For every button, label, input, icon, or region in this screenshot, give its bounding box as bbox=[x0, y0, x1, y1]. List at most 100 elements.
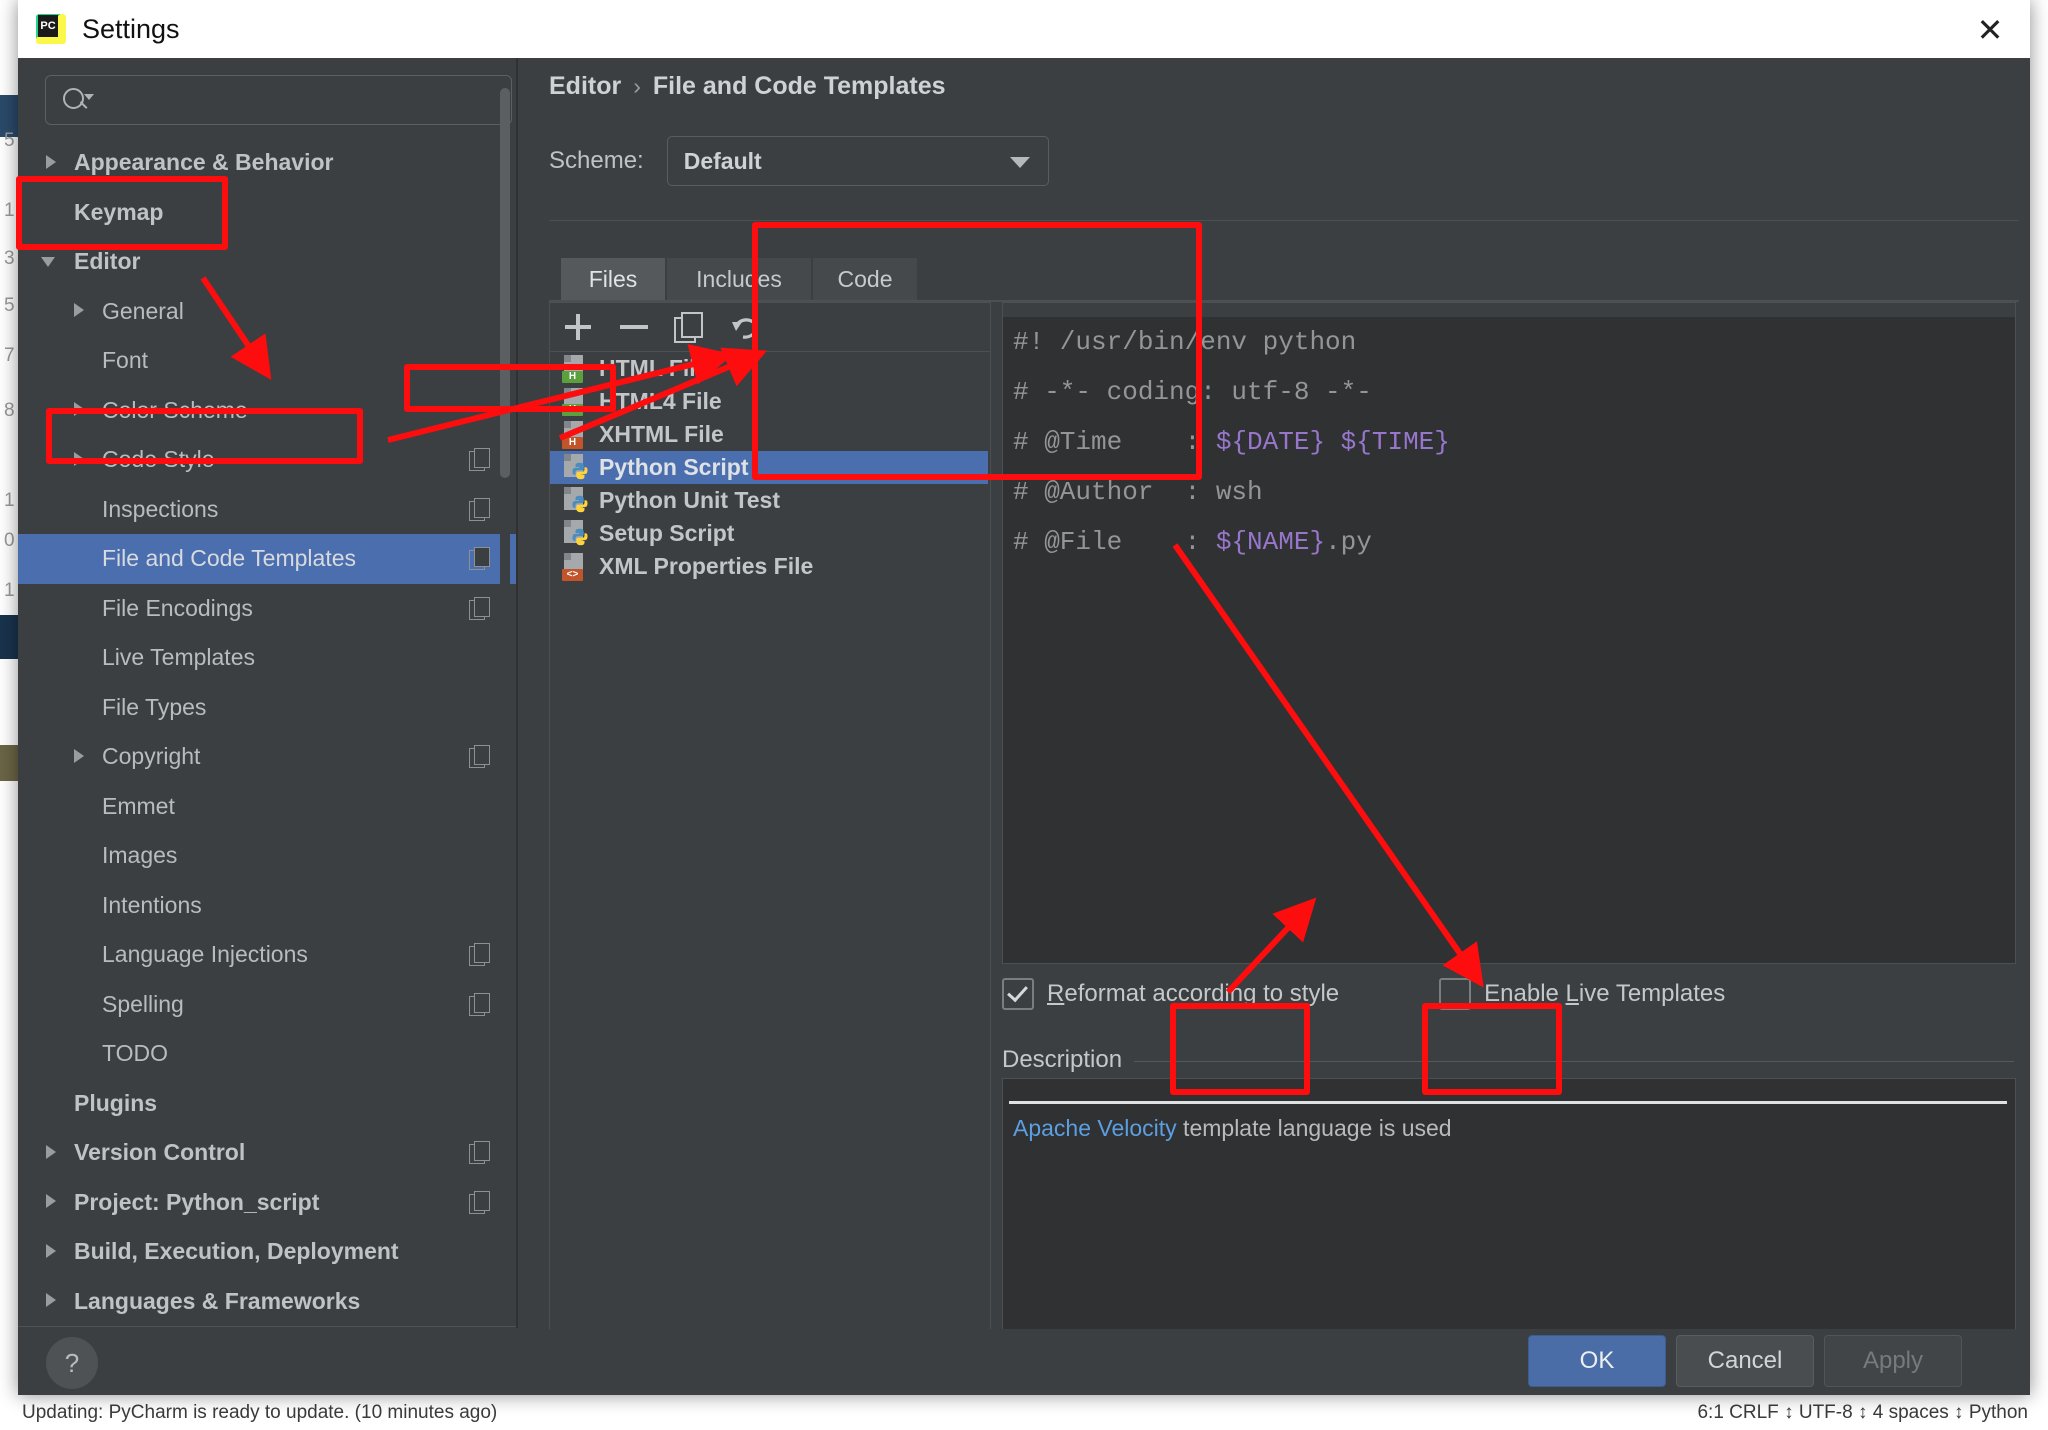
sidebar-scrollbar-thumb[interactable] bbox=[500, 88, 510, 478]
sidebar-item-inspections[interactable]: Inspections bbox=[18, 485, 516, 535]
sidebar-item-code-style[interactable]: Code Style bbox=[18, 435, 516, 485]
copy-settings-icon[interactable] bbox=[469, 943, 491, 967]
xhtml-file-icon: H bbox=[562, 420, 588, 449]
template-list-item-label: HTML4 File bbox=[599, 388, 722, 414]
code-text-span: # @Author : wsh bbox=[1013, 477, 1263, 507]
python-file-icon bbox=[562, 519, 588, 548]
copy-template-button[interactable] bbox=[662, 303, 718, 351]
chevron-right-icon[interactable] bbox=[40, 152, 62, 174]
search-input[interactable] bbox=[94, 87, 468, 113]
description-top-line bbox=[1009, 1101, 2007, 1104]
copy-settings-icon[interactable] bbox=[469, 745, 491, 769]
template-options-row: Reformat according to style Enable Live T… bbox=[1002, 973, 2014, 1015]
template-list-item[interactable]: Python Script bbox=[550, 451, 988, 484]
sidebar-scrollbar[interactable] bbox=[500, 88, 510, 1238]
copy-settings-icon[interactable] bbox=[469, 547, 491, 571]
scheme-select[interactable]: Default bbox=[666, 136, 1049, 186]
chevron-right-icon[interactable] bbox=[68, 449, 90, 471]
copy-settings-icon[interactable] bbox=[469, 1141, 491, 1165]
sidebar-item-label: Languages & Frameworks bbox=[74, 1287, 361, 1314]
template-list-item[interactable]: H HTML File bbox=[550, 352, 988, 385]
sidebar-item-label: Inspections bbox=[102, 495, 219, 522]
sidebar-item-label: Plugins bbox=[74, 1089, 158, 1116]
chevron-right-icon[interactable] bbox=[68, 300, 90, 322]
chevron-right-icon[interactable] bbox=[40, 1290, 62, 1312]
checkbox-label-post: eformat according to style bbox=[1064, 980, 1340, 1007]
template-list-item-label: Python Script bbox=[599, 454, 749, 480]
apache-velocity-link[interactable]: Apache Velocity bbox=[1013, 1115, 1177, 1141]
tab-code[interactable]: Code bbox=[813, 258, 917, 300]
chevron-right-icon[interactable] bbox=[40, 1142, 62, 1164]
breadcrumb-current: File and Code Templates bbox=[652, 72, 946, 100]
description-rest: template language is used bbox=[1176, 1115, 1452, 1141]
sidebar-item-file-encodings[interactable]: File Encodings bbox=[18, 584, 516, 634]
copy-settings-icon[interactable] bbox=[469, 992, 491, 1017]
sidebar-item-emmet[interactable]: Emmet bbox=[18, 782, 516, 832]
sidebar-item-images[interactable]: Images bbox=[18, 831, 516, 881]
chevron-down-icon[interactable] bbox=[40, 251, 62, 273]
remove-template-button[interactable] bbox=[606, 303, 662, 351]
settings-tree[interactable]: Appearance & Behavior Keymap Editor General… bbox=[18, 138, 516, 1328]
reset-template-button[interactable] bbox=[718, 303, 774, 351]
sidebar-item-color-scheme[interactable]: Color Scheme bbox=[18, 386, 516, 436]
copy-settings-icon[interactable] bbox=[469, 596, 491, 621]
checkbox-icon[interactable] bbox=[1439, 978, 1472, 1010]
tab-includes[interactable]: Includes bbox=[667, 258, 811, 300]
template-code-editor[interactable]: #! /usr/bin/env python # -*- coding: utf-… bbox=[1002, 302, 2016, 964]
template-list-item[interactable]: <> XML Properties File bbox=[550, 550, 988, 583]
checkbox-icon[interactable] bbox=[1002, 978, 1034, 1010]
sidebar-item-languages-frameworks[interactable]: Languages & Frameworks bbox=[18, 1277, 516, 1327]
copy-settings-icon[interactable] bbox=[469, 497, 491, 522]
sidebar-item-keymap[interactable]: Keymap bbox=[18, 188, 516, 238]
copy-settings-icon[interactable] bbox=[469, 448, 491, 472]
sidebar-item-general[interactable]: General bbox=[18, 287, 516, 337]
sidebar-item-build-execution-deployment[interactable]: Build, Execution, Deployment bbox=[18, 1227, 516, 1277]
sidebar-item-file-and-code-templates[interactable]: File and Code Templates bbox=[18, 534, 516, 584]
close-icon[interactable]: ✕ bbox=[1968, 8, 2012, 52]
sidebar-item-file-types[interactable]: File Types bbox=[18, 683, 516, 733]
add-template-button[interactable] bbox=[550, 303, 606, 351]
template-file-list[interactable]: H HTML File H HTML4 File H XHTML File Python S… bbox=[550, 352, 988, 583]
sidebar-item-appearance-behavior[interactable]: Appearance & Behavior bbox=[18, 138, 516, 188]
chevron-right-icon[interactable] bbox=[68, 399, 90, 421]
sidebar-item-plugins[interactable]: Plugins bbox=[18, 1079, 516, 1129]
sidebar-item-editor[interactable]: Editor bbox=[18, 237, 516, 287]
reformat-according-to-style-checkbox[interactable]: Reformat according to style bbox=[1002, 978, 1339, 1010]
checkbox-label-mnemonic: R bbox=[1047, 980, 1065, 1007]
template-code-text[interactable]: #! /usr/bin/env python # -*- coding: utf-… bbox=[1013, 317, 2003, 567]
sidebar-item-live-templates[interactable]: Live Templates bbox=[18, 633, 516, 683]
template-list-item[interactable]: Setup Script bbox=[550, 517, 988, 550]
template-list-item[interactable]: H XHTML File bbox=[550, 418, 988, 451]
ide-line-number: 0 bbox=[4, 530, 15, 551]
chevron-right-icon[interactable] bbox=[40, 1241, 62, 1263]
editor-top-strip bbox=[1003, 303, 2015, 317]
apply-button[interactable]: Apply bbox=[1824, 1335, 1962, 1387]
template-variable: ${DATE} ${TIME} bbox=[1215, 427, 1450, 457]
breadcrumb: Editor › File and Code Templates bbox=[549, 72, 946, 101]
sidebar-item-copyright[interactable]: Copyright bbox=[18, 732, 516, 782]
breadcrumb-parent[interactable]: Editor bbox=[549, 72, 621, 101]
description-text: Apache Velocity template language is use… bbox=[1013, 1115, 1452, 1142]
settings-dialog: Settings ✕ Appearance & Behavior Keymap Ed… bbox=[18, 0, 2030, 1395]
chevron-right-icon[interactable] bbox=[68, 746, 90, 768]
panel-splitter[interactable] bbox=[516, 58, 518, 1328]
sidebar-item-todo[interactable]: TODO bbox=[18, 1029, 516, 1079]
chevron-right-icon[interactable] bbox=[40, 1191, 62, 1213]
sidebar-item-language-injections[interactable]: Language Injections bbox=[18, 930, 516, 980]
template-list-item[interactable]: Python Unit Test bbox=[550, 484, 988, 517]
enable-live-templates-checkbox[interactable]: Enable Live Templates bbox=[1439, 978, 1725, 1010]
copy-settings-icon[interactable] bbox=[469, 1190, 491, 1215]
sidebar-item-project-python-script[interactable]: Project: Python_script bbox=[18, 1178, 516, 1228]
checkbox-label-post: ive Templates bbox=[1578, 980, 1726, 1007]
cancel-button[interactable]: Cancel bbox=[1676, 1335, 1814, 1387]
search-box[interactable] bbox=[45, 75, 512, 125]
help-button[interactable]: ? bbox=[46, 1337, 98, 1389]
tab-files[interactable]: Files bbox=[561, 258, 665, 300]
ok-button[interactable]: OK bbox=[1528, 1335, 1666, 1387]
sidebar-item-version-control[interactable]: Version Control bbox=[18, 1128, 516, 1178]
sidebar-item-intentions[interactable]: Intentions bbox=[18, 881, 516, 931]
sidebar-item-font[interactable]: Font bbox=[18, 336, 516, 386]
ide-line-number: 5 bbox=[4, 295, 15, 316]
template-list-item[interactable]: H HTML4 File bbox=[550, 385, 988, 418]
sidebar-item-spelling[interactable]: Spelling bbox=[18, 980, 516, 1030]
